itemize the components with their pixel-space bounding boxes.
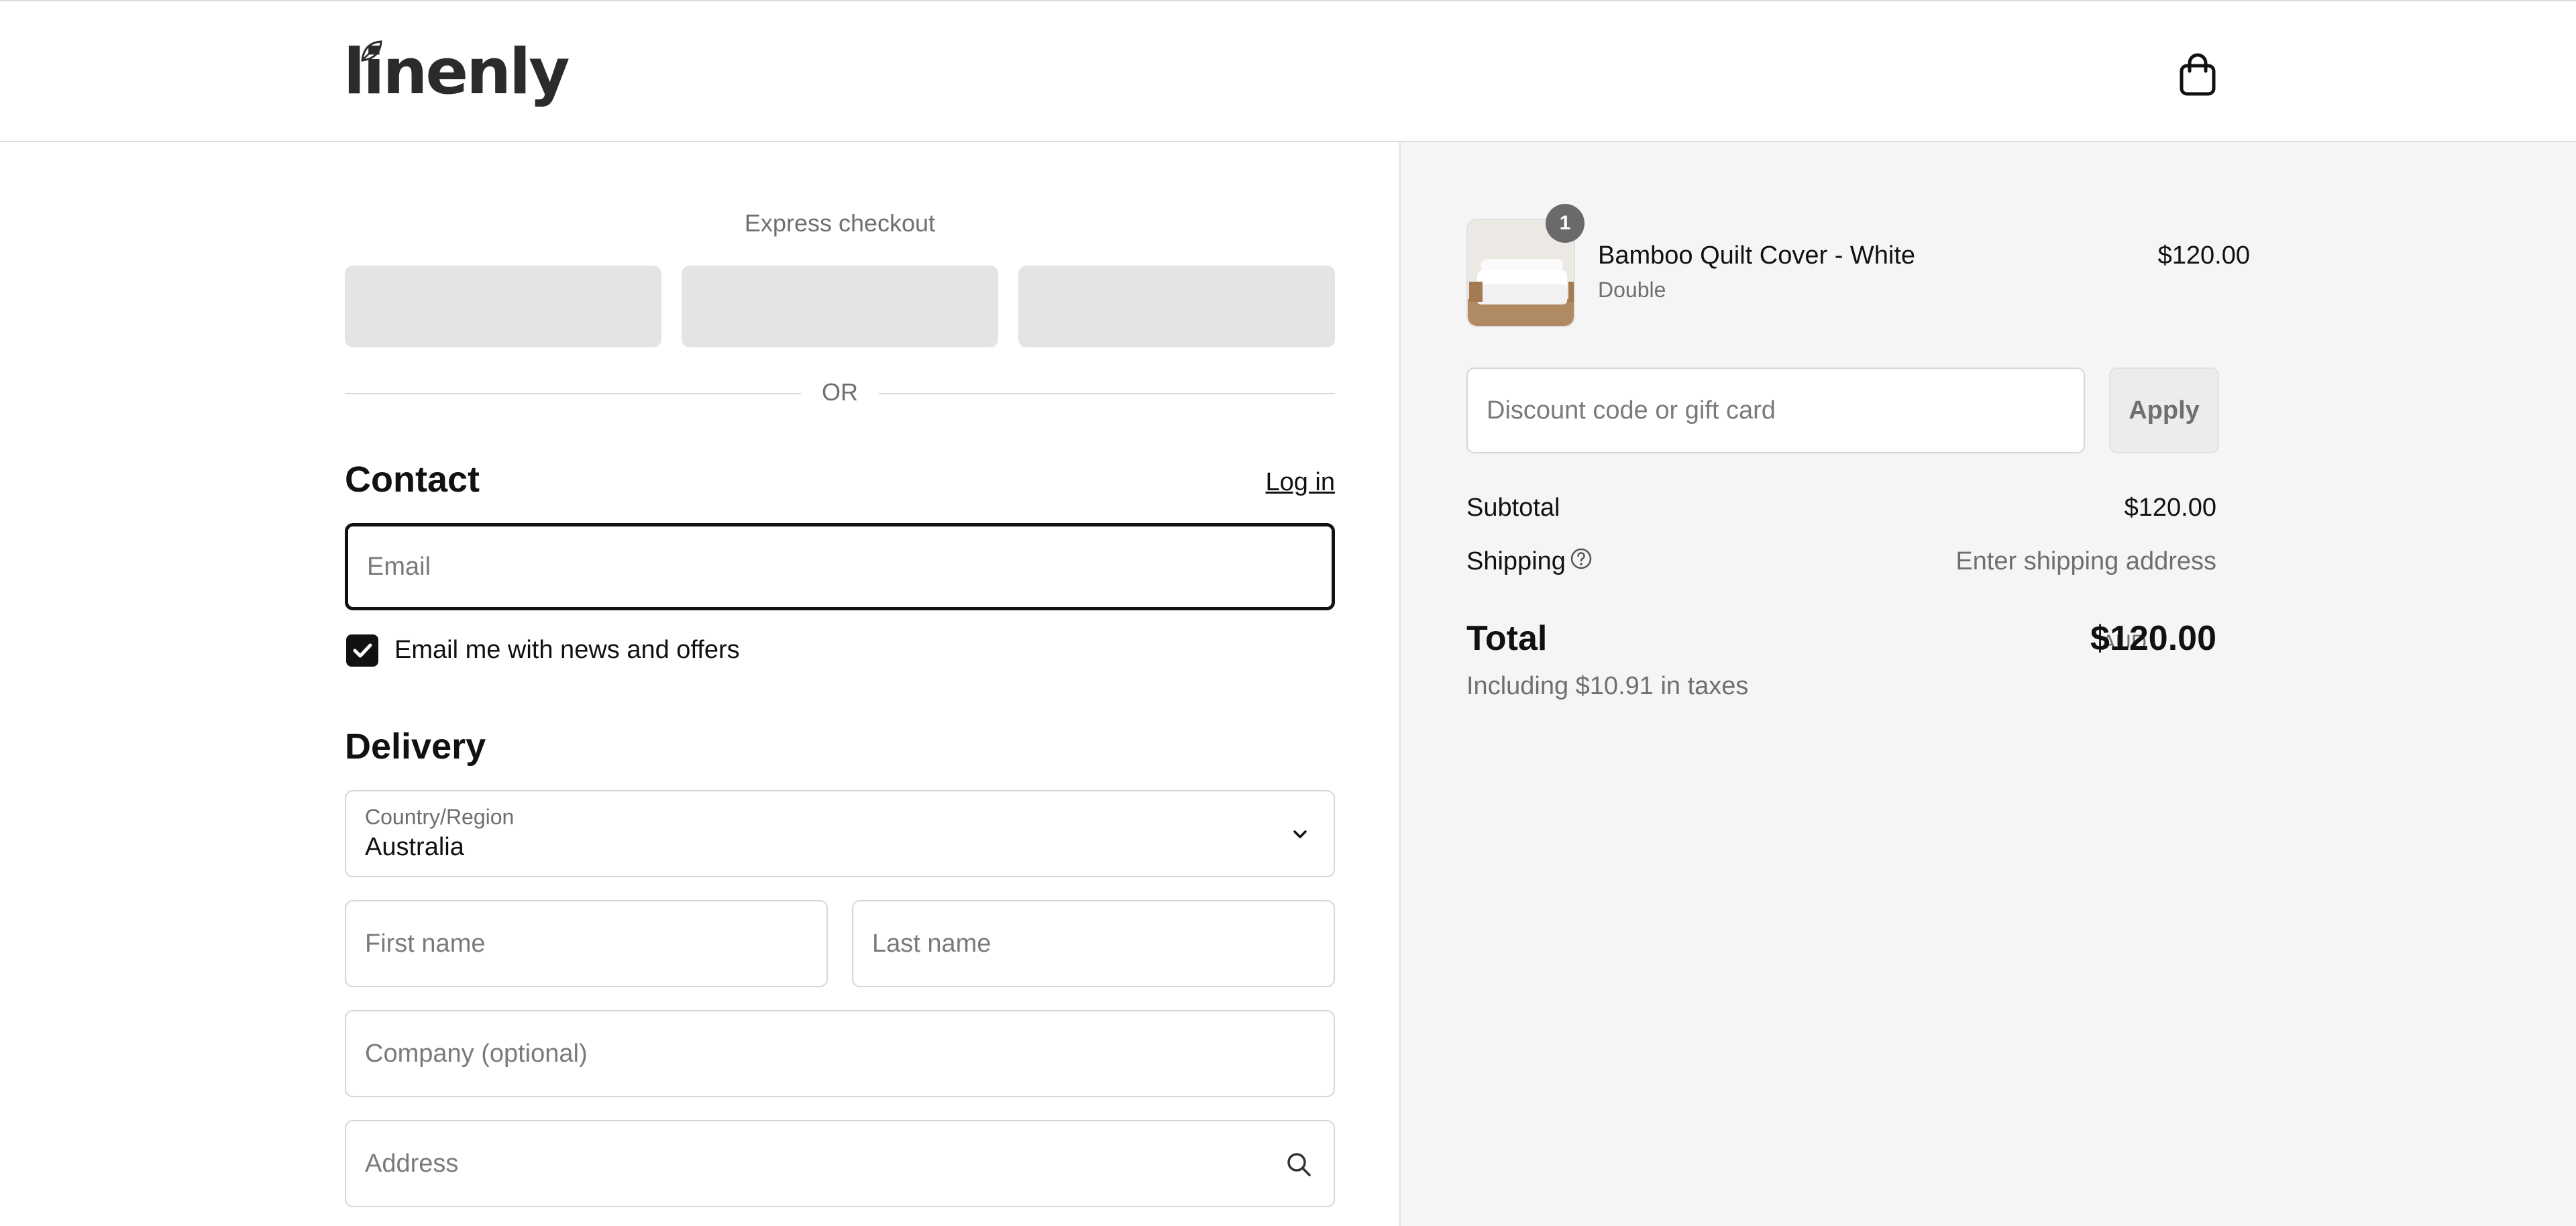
total-label: Total (1466, 619, 1548, 658)
last-name-field[interactable] (852, 900, 1335, 987)
apply-discount-button[interactable]: Apply (2109, 368, 2219, 453)
subtotal-value: $120.00 (2124, 494, 2216, 522)
discount-code-field[interactable] (1466, 368, 2085, 453)
log-in-link[interactable]: Log in (1265, 468, 1335, 497)
delivery-title: Delivery (345, 726, 486, 767)
express-checkout-title: Express checkout (744, 209, 936, 237)
company-input[interactable] (346, 1011, 1334, 1096)
express-checkout-button-2[interactable] (682, 266, 998, 347)
express-checkout-button-1[interactable] (345, 266, 661, 347)
divider-line-right (879, 393, 1335, 394)
shopping-bag-icon[interactable] (2178, 52, 2218, 97)
brand-logo[interactable]: linenly (343, 32, 570, 113)
header: linenly (0, 0, 2576, 142)
search-icon[interactable] (1284, 1150, 1313, 1179)
address-input[interactable] (346, 1121, 1334, 1206)
last-name-input[interactable] (853, 901, 1334, 986)
tax-note: Including $10.91 in taxes (1466, 672, 1749, 700)
product-name: Bamboo Quilt Cover - White (1598, 241, 1916, 270)
country-region-label: Country/Region (365, 805, 515, 829)
product-variant: Double (1598, 278, 1666, 302)
subtotal-label: Subtotal (1466, 494, 1560, 522)
country-region-value: Australia (365, 833, 464, 861)
checkmark-icon (353, 643, 372, 658)
quantity-badge: 1 (1546, 204, 1585, 243)
first-name-field[interactable] (345, 900, 828, 987)
shipping-value: Enter shipping address (1955, 547, 2216, 575)
total-value: $120.00 (2090, 619, 2216, 658)
discount-code-input[interactable] (1468, 369, 2084, 452)
product-price: $120.00 (2157, 241, 2250, 270)
first-name-input[interactable] (346, 901, 826, 986)
chevron-down-icon (1293, 830, 1307, 838)
newsletter-label: Email me with news and offers (394, 636, 740, 664)
order-summary: 1 Bamboo Quilt Cover - White Double $120… (1399, 142, 2576, 1226)
leaf-icon (361, 40, 382, 62)
country-region-select[interactable]: Country/Region Australia (345, 790, 1335, 877)
address-field[interactable] (345, 1120, 1335, 1207)
help-circle-icon[interactable] (1570, 547, 1593, 570)
contact-title: Contact (345, 459, 480, 500)
shipping-label: Shipping (1466, 547, 1566, 575)
or-divider-text: OR (822, 378, 858, 406)
email-field[interactable] (345, 523, 1335, 610)
email-input[interactable] (348, 526, 1332, 607)
newsletter-checkbox[interactable] (346, 634, 378, 667)
express-checkout-button-3[interactable] (1018, 266, 1335, 347)
company-field[interactable] (345, 1010, 1335, 1097)
